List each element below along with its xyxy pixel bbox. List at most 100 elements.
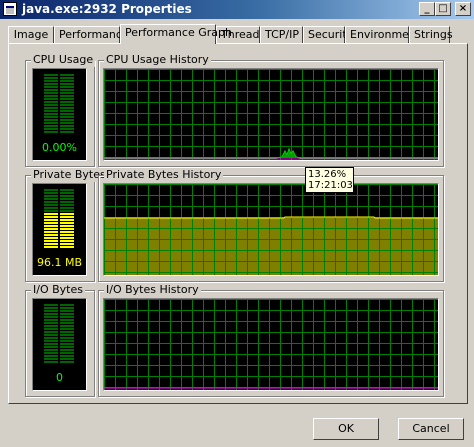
- meter-segment: [60, 110, 74, 112]
- meter-segment: [44, 358, 58, 360]
- meter-segment: [44, 331, 58, 333]
- properties-window: java.exe:2932 Properties _ □ × Image Per…: [0, 0, 474, 447]
- meter-segment: [60, 231, 74, 233]
- meter-segment: [44, 83, 58, 85]
- meter-segment: [60, 358, 74, 360]
- cpu-history-graph: [103, 68, 439, 161]
- meter-segment: [44, 234, 58, 236]
- meter-segment: [60, 328, 74, 330]
- meter-segment: [60, 240, 74, 242]
- tab-security[interactable]: Security: [303, 26, 353, 43]
- tooltip-time: 17:21:03: [308, 180, 353, 191]
- meter-segment: [44, 322, 58, 324]
- private-bytes-area: [104, 218, 438, 275]
- meter-segment: [60, 304, 74, 306]
- meter-segment: [44, 222, 58, 224]
- meter-segment: [60, 234, 74, 236]
- private-bytes-history-graph: [103, 183, 439, 276]
- meter-segment: [60, 316, 74, 318]
- meter-segment: [44, 225, 58, 227]
- private-bytes-history-plot: [104, 184, 438, 275]
- meter-segment: [60, 337, 74, 339]
- app-icon: [3, 2, 17, 16]
- meter-segment: [44, 189, 58, 191]
- cancel-button[interactable]: Cancel: [398, 418, 464, 440]
- cpu-usage-label: CPU Usage: [31, 53, 96, 67]
- meter-segment: [60, 207, 74, 209]
- meter-segment: [60, 334, 74, 336]
- meter-segment: [60, 98, 74, 100]
- meter-segment: [60, 219, 74, 221]
- tab-performance[interactable]: Performance: [54, 26, 129, 43]
- maximize-button[interactable]: □: [435, 2, 451, 16]
- meter-segment: [60, 228, 74, 230]
- meter-segment: [44, 237, 58, 239]
- meter-segment: [44, 240, 58, 242]
- meter-segment: [44, 219, 58, 221]
- meter-segment: [60, 313, 74, 315]
- meter-segment: [44, 119, 58, 121]
- meter-segment: [44, 80, 58, 82]
- tab-performance-graph[interactable]: Performance Graph: [120, 24, 232, 44]
- meter-segment: [60, 352, 74, 354]
- meter-segment: [44, 122, 58, 124]
- meter-segment: [44, 195, 58, 197]
- meter-segment: [44, 95, 58, 97]
- meter-segment: [60, 77, 74, 79]
- tab-tcpip[interactable]: TCP/IP: [260, 26, 303, 43]
- meter-segment: [44, 192, 58, 194]
- meter-segment: [44, 113, 58, 115]
- minimize-button[interactable]: _: [419, 2, 435, 16]
- private-bytes-label: Private Bytes: [31, 168, 108, 182]
- window-title: java.exe:2932 Properties: [22, 2, 192, 16]
- meter-segment: [60, 86, 74, 88]
- meter-segment: [44, 340, 58, 342]
- meter-segment: [44, 107, 58, 109]
- tab-strings[interactable]: Strings: [409, 26, 453, 43]
- meter-segment: [44, 89, 58, 91]
- meter-segment: [44, 349, 58, 351]
- meter-segment: [60, 195, 74, 197]
- tooltip-percent: 13.26%: [308, 169, 347, 180]
- io-history-plot: [104, 299, 438, 390]
- meter-segment: [60, 307, 74, 309]
- meter-segment: [44, 213, 58, 215]
- meter-segment: [44, 210, 58, 212]
- io-bytes-label: I/O Bytes: [31, 283, 85, 297]
- meter-segment: [60, 107, 74, 109]
- meter-segment: [60, 213, 74, 215]
- meter-segment: [44, 207, 58, 209]
- meter-segment: [44, 74, 58, 76]
- tab-image[interactable]: Image: [8, 26, 54, 43]
- meter-segment: [60, 80, 74, 82]
- meter-segment: [44, 98, 58, 100]
- meter-segment: [60, 349, 74, 351]
- meter-segment: [44, 337, 58, 339]
- private-bytes-history-label: Private Bytes History: [104, 168, 224, 182]
- meter-segment: [44, 77, 58, 79]
- meter-segment: [44, 304, 58, 306]
- tab-environment[interactable]: Environment: [345, 26, 420, 43]
- meter-segment: [60, 210, 74, 212]
- private-bytes-value: 96.1 MB: [36, 256, 83, 269]
- meter-segment: [60, 246, 74, 248]
- meter-segment: [44, 346, 58, 348]
- io-history-label: I/O Bytes History: [104, 283, 201, 297]
- meter-segment: [60, 74, 74, 76]
- meter-segment: [44, 204, 58, 206]
- meter-segment: [44, 334, 58, 336]
- meter-segment: [60, 122, 74, 124]
- meter-segment: [60, 189, 74, 191]
- meter-segment: [60, 216, 74, 218]
- meter-segment: [44, 355, 58, 357]
- cpu-usage-meter: 0.00%: [32, 68, 87, 161]
- cpu-history-label: CPU Usage History: [104, 53, 211, 67]
- cpu-history-line: [104, 147, 438, 159]
- meter-segment: [60, 343, 74, 345]
- ok-button[interactable]: OK: [313, 418, 379, 440]
- close-button[interactable]: ×: [455, 2, 471, 16]
- meter-segment: [60, 355, 74, 357]
- meter-segment: [44, 201, 58, 203]
- meter-segment: [60, 237, 74, 239]
- title-bar[interactable]: java.exe:2932 Properties _ □ ×: [0, 0, 474, 19]
